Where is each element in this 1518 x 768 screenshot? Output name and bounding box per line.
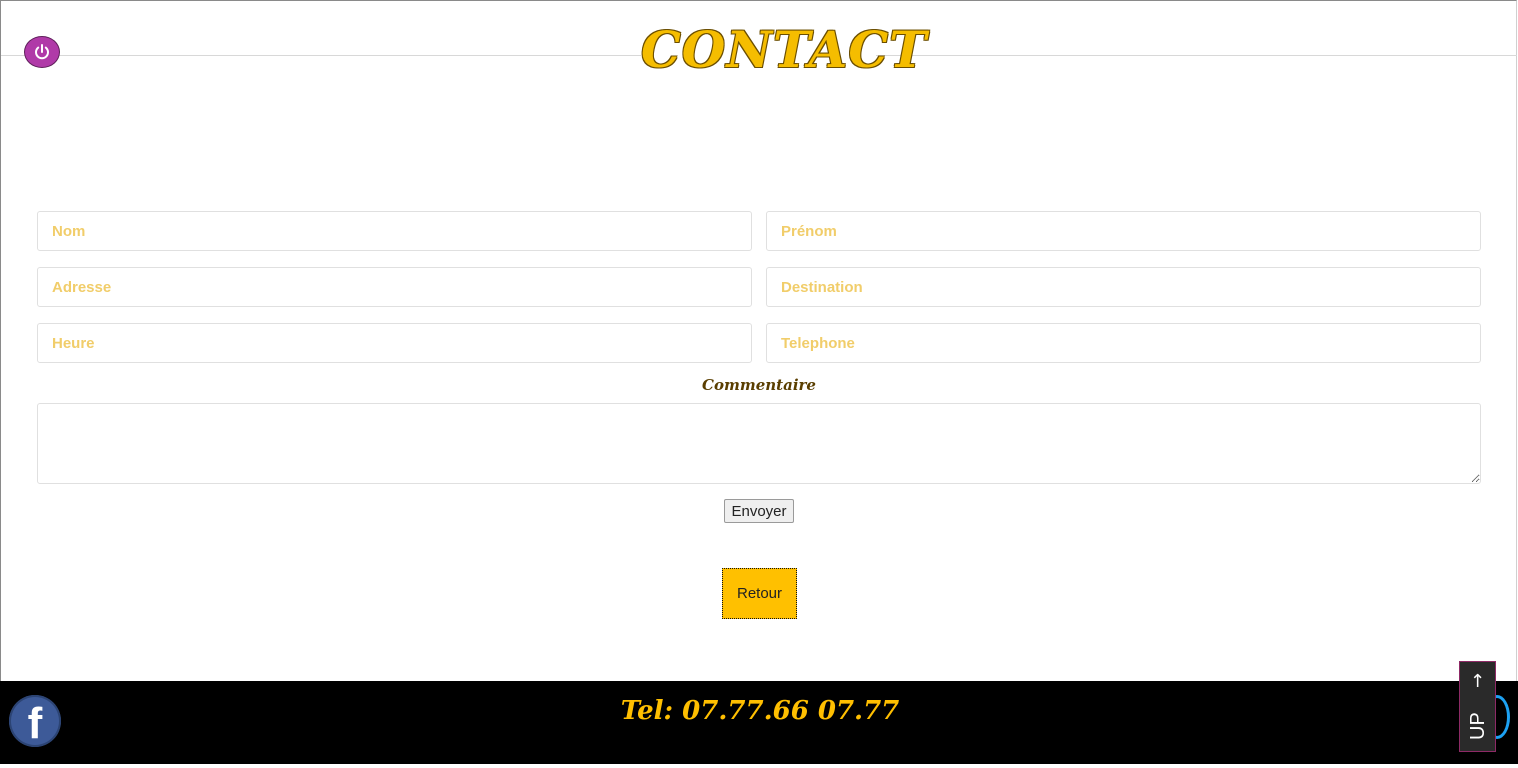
header-rule-left [1, 55, 641, 56]
heure-input[interactable] [37, 323, 752, 363]
footer: f Tel: 07.77.66 07.77 [0, 681, 1518, 764]
nom-input[interactable] [37, 211, 752, 251]
facebook-letter: f [27, 699, 43, 748]
back-button-label: Retour [736, 585, 783, 602]
scroll-top-label: UP [1467, 712, 1489, 740]
facebook-icon[interactable]: f [9, 695, 61, 748]
destination-input[interactable] [766, 267, 1481, 307]
scroll-top-button[interactable]: ↑ UP [1459, 661, 1496, 752]
header-rule-right [876, 55, 1517, 56]
comment-label: Commentaire [702, 376, 816, 394]
send-button[interactable]: Envoyer [724, 499, 794, 523]
power-icon [35, 44, 49, 60]
arrow-up-icon: ↑ [1469, 671, 1486, 692]
back-button[interactable]: Retour [722, 568, 797, 619]
prenom-input[interactable] [766, 211, 1481, 251]
page-title: CONTACT [641, 20, 928, 79]
comment-textarea[interactable] [37, 403, 1481, 484]
footer-phone: Tel: 07.77.66 07.77 [620, 696, 900, 726]
power-button[interactable] [24, 36, 60, 68]
adresse-input[interactable] [37, 267, 752, 307]
telephone-input[interactable] [766, 323, 1481, 363]
